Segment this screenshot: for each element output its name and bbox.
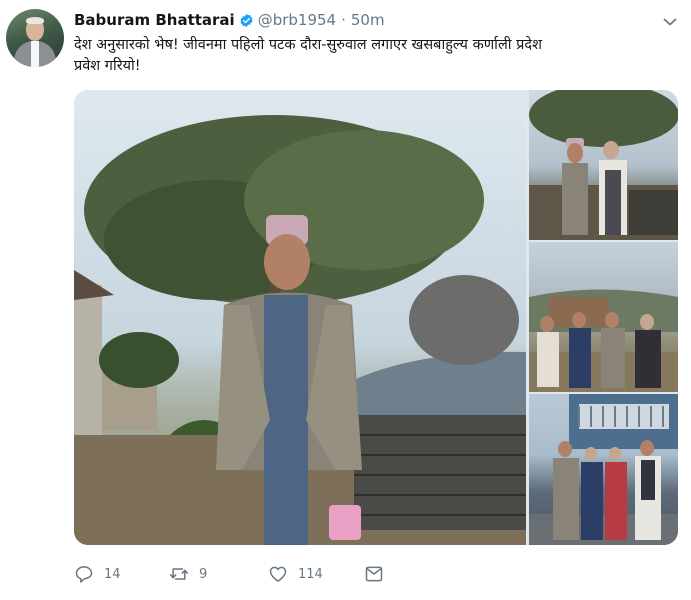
tweet-text-line-1: देश अनुसारको भेष! जीवनमा पहिलो पटक दौरा-…	[74, 37, 542, 53]
like-button[interactable]: 114	[268, 564, 323, 584]
retweet-count: 9	[199, 566, 208, 582]
photo-thumbnail-1-scene	[529, 90, 678, 240]
photo-thumbnail-1[interactable]	[529, 90, 678, 240]
tweet-text: देश अनुसारको भेष! जीवनमा पहिलो पटक दौरा-…	[74, 35, 674, 77]
heart-icon	[269, 566, 287, 582]
tweet-text-line-2: प्रवेश गरियो!	[74, 58, 141, 74]
chevron-down-icon[interactable]	[662, 14, 678, 30]
photo-thumbnail-3-scene	[529, 394, 678, 545]
like-count: 114	[298, 566, 323, 582]
author-handle[interactable]: @brb1954	[258, 11, 336, 29]
avatar-shirt	[31, 41, 39, 67]
photo-main-scene	[74, 115, 526, 545]
retweet-button[interactable]: 9	[169, 564, 207, 584]
header-separator: ·	[341, 11, 346, 29]
photo-thumbnail-2[interactable]	[529, 242, 678, 392]
author-name[interactable]: Baburam Bhattarai	[74, 11, 235, 29]
tweet-timestamp[interactable]: 50m	[351, 11, 385, 29]
reply-button[interactable]: 14	[74, 564, 121, 584]
verified-badge-icon	[240, 13, 253, 27]
envelope-icon	[365, 566, 383, 582]
tweet-header: Baburam Bhattarai @brb1954 · 50m	[74, 9, 385, 31]
photo-thumbnail-3[interactable]	[529, 394, 678, 545]
avatar[interactable]	[6, 9, 64, 67]
avatar-hair	[26, 17, 44, 24]
reply-icon	[75, 566, 93, 583]
retweet-icon	[169, 568, 189, 580]
tweet-card[interactable]: Baburam Bhattarai @brb1954 · 50m देश अनु…	[0, 0, 691, 600]
direct-message-button[interactable]	[364, 564, 394, 584]
photo-main[interactable]	[74, 90, 526, 545]
reply-count: 14	[104, 566, 121, 582]
media-grid	[74, 90, 678, 545]
photo-thumbnail-2-scene	[529, 289, 678, 392]
